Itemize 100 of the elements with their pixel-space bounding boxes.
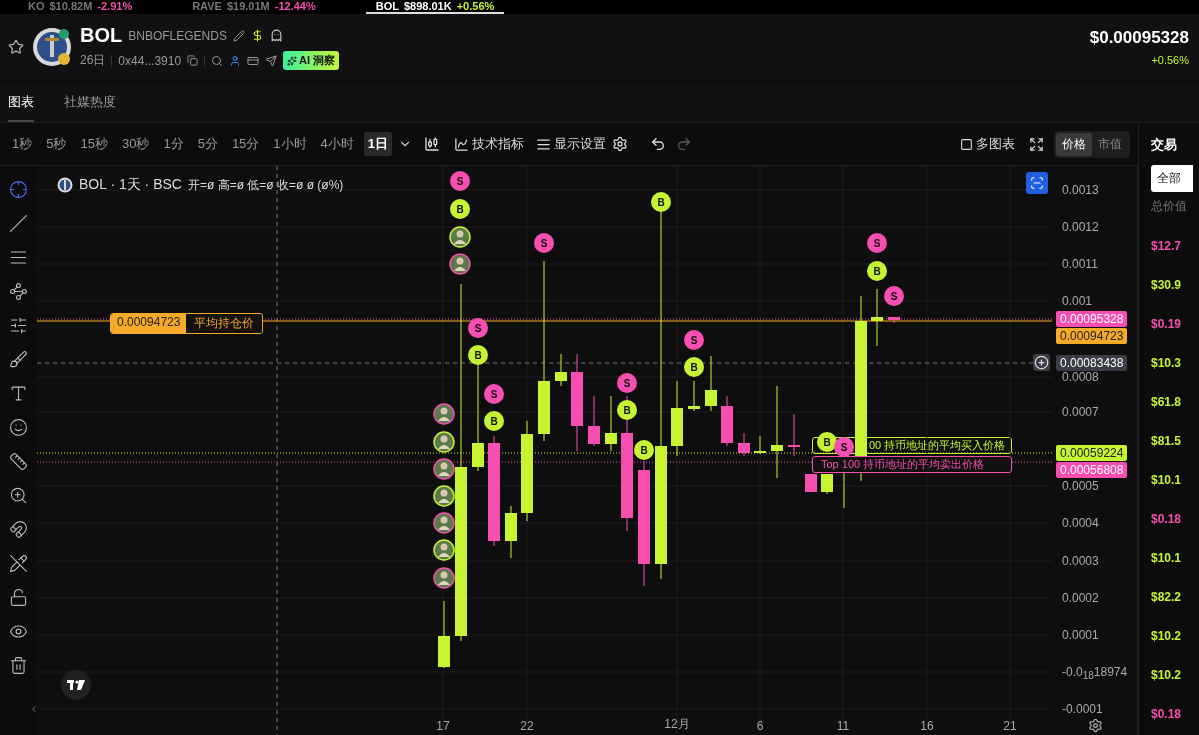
buy-marker[interactable]: B	[651, 192, 671, 212]
buy-marker[interactable]: B	[867, 261, 887, 281]
sell-marker[interactable]: S	[617, 373, 637, 393]
trade-value: $61.8	[1151, 394, 1183, 410]
avatar-icon	[433, 403, 455, 425]
edit-icon[interactable]	[232, 29, 245, 42]
chart-title: BOL · 1天 · BSC	[79, 176, 182, 194]
sell-marker[interactable]: S	[534, 233, 554, 253]
candle	[588, 396, 600, 446]
interval-button[interactable]: 5秒	[42, 132, 71, 156]
ticker-value: $10.82M	[49, 0, 93, 12]
candle	[705, 356, 717, 411]
buy-marker[interactable]: B	[484, 411, 504, 431]
buy-marker[interactable]: B	[468, 345, 488, 365]
buy-marker[interactable]: B	[817, 432, 837, 452]
average-cost-value: 0.00094723	[111, 314, 187, 333]
undo-icon[interactable]	[650, 136, 667, 152]
price-change: +0.56%	[1151, 54, 1189, 66]
candle	[788, 414, 800, 456]
star-icon[interactable]	[8, 39, 24, 55]
magnet-icon[interactable]	[9, 520, 28, 539]
scan-button[interactable]	[1026, 172, 1048, 194]
ticker-value: $898.01K	[403, 0, 452, 12]
smiley-icon[interactable]	[9, 418, 28, 437]
column-header: 总价值	[1151, 198, 1188, 215]
mode-tab[interactable]: 市值	[1092, 132, 1128, 156]
redo-icon[interactable]	[676, 136, 693, 152]
card-icon[interactable]	[247, 54, 260, 67]
collapse-icon[interactable]	[29, 704, 39, 714]
buy-marker[interactable]: B	[684, 357, 704, 377]
current-price: $0.00095328	[1089, 28, 1189, 48]
trade-value: $0.18	[1151, 706, 1183, 722]
sell-marker[interactable]: S	[867, 233, 887, 253]
candle	[505, 506, 517, 558]
send-icon[interactable]	[265, 54, 278, 67]
text-icon[interactable]	[9, 384, 28, 403]
trade-value: $0.19	[1151, 316, 1183, 332]
search-icon[interactable]	[211, 54, 224, 67]
lines-icon[interactable]	[9, 248, 28, 267]
sliders-icon[interactable]	[9, 316, 28, 335]
ticker-tab[interactable]: KO $10.82M -2.91%	[18, 0, 143, 14]
settings-icon[interactable]	[1088, 718, 1103, 733]
ticker-tab[interactable]: RAVE $19.01M -12.44%	[182, 0, 326, 14]
candlestick-icon[interactable]	[424, 136, 441, 152]
trade-value: $10.2	[1151, 667, 1183, 683]
filter-button[interactable]: 全部	[1151, 165, 1193, 192]
fullscreen-icon[interactable]	[1029, 136, 1044, 152]
candle	[721, 396, 733, 446]
ai-insight-button[interactable]: AI 洞察	[283, 51, 340, 70]
interval-button[interactable]: 1小时	[269, 132, 311, 156]
zoom-in-icon[interactable]	[9, 486, 28, 505]
sell-marker[interactable]: S	[884, 286, 904, 306]
interval-button[interactable]: 15秒	[76, 132, 112, 156]
ghost-icon	[269, 29, 283, 42]
buy-marker[interactable]: B	[634, 440, 654, 460]
eye-icon[interactable]	[9, 622, 28, 641]
interval-button[interactable]: 30秒	[117, 132, 154, 156]
buy-marker[interactable]: B	[617, 400, 637, 420]
average-cost-text: 平均持仓价	[186, 314, 263, 333]
pattern-icon[interactable]	[9, 282, 28, 301]
indicators-button[interactable]: 技术指标	[454, 135, 525, 153]
unlock-icon[interactable]	[9, 588, 28, 607]
candle	[605, 396, 617, 451]
trade-value: $81.5	[1151, 433, 1183, 449]
interval-button[interactable]: 5分	[193, 132, 222, 156]
trash-icon[interactable]	[9, 656, 28, 675]
sell-marker[interactable]: S	[684, 330, 704, 350]
add-alert-button[interactable]	[1033, 354, 1050, 371]
ticker-change: -12.44%	[274, 0, 316, 12]
sell-marker[interactable]: S	[450, 171, 470, 191]
interval-button[interactable]: 4小时	[316, 132, 358, 156]
person-icon[interactable]	[229, 54, 242, 67]
x-axis-label: 16	[919, 719, 935, 733]
settings-icon[interactable]	[612, 136, 629, 152]
interval-button[interactable]: 1分	[159, 132, 188, 156]
price-tag: 0.00083438	[1056, 355, 1128, 371]
trade-value: $82.2	[1151, 589, 1183, 605]
multi-chart-button[interactable]: 多图表	[960, 135, 1015, 153]
candle	[821, 474, 833, 494]
tab[interactable]: 社媒热度	[64, 84, 116, 122]
interval-button[interactable]: 15分	[227, 132, 264, 156]
ohlc-values: 开=ø 高=ø 低=ø 收=ø ø (ø%)	[187, 176, 344, 194]
tab[interactable]: 图表	[8, 84, 34, 122]
line-icon[interactable]	[9, 214, 28, 233]
brush-icon[interactable]	[9, 350, 28, 369]
ruler-icon[interactable]	[9, 452, 28, 471]
interval-button[interactable]: 1日	[363, 132, 393, 156]
pencil-off-icon[interactable]	[9, 554, 28, 573]
trade-value: $10.1	[1151, 472, 1183, 488]
sell-marker[interactable]: S	[484, 384, 504, 404]
mode-tab[interactable]: 价格	[1056, 132, 1092, 156]
copy-icon[interactable]	[187, 55, 199, 66]
indicator-icon	[454, 136, 470, 152]
buy-marker[interactable]: B	[450, 199, 470, 219]
sell-marker[interactable]: S	[834, 437, 854, 457]
display-settings-button[interactable]: 显示设置	[536, 135, 607, 153]
crosshair-icon[interactable]	[9, 180, 28, 199]
trade-value: $10.2	[1151, 628, 1183, 644]
sell-marker[interactable]: S	[468, 318, 488, 338]
interval-button[interactable]: 1秒	[8, 132, 37, 156]
